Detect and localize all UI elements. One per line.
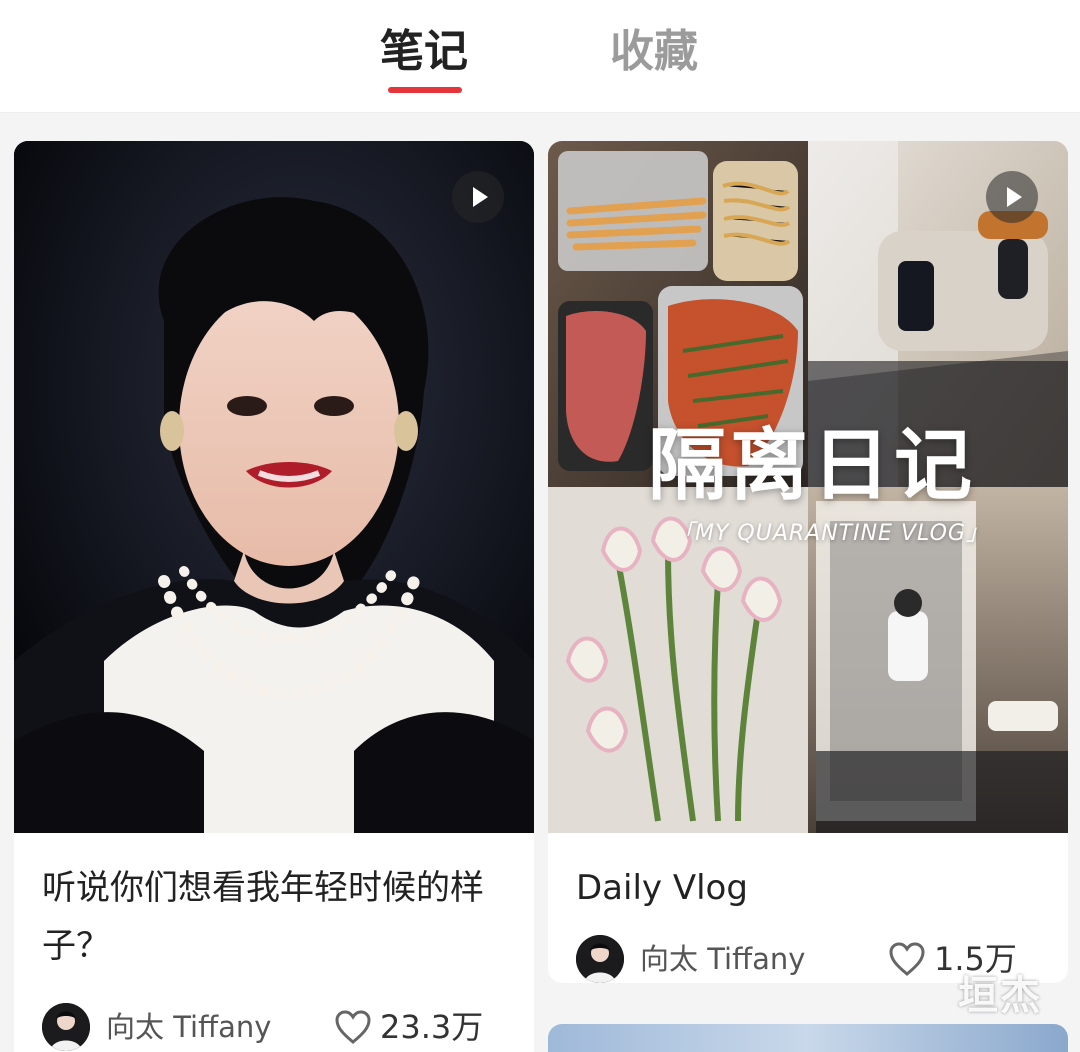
note-card-2[interactable]: 隔离日记 「MY QUARANTINE VLOG」 Daily Vlog 向太 … (548, 141, 1068, 983)
note-title[interactable]: 听说你们想看我年轻时候的样子？ (42, 859, 512, 975)
video-play-badge (986, 171, 1038, 223)
cover-overlay-subtitle: 「MY QUARANTINE VLOG」 (672, 521, 989, 546)
play-icon (1007, 187, 1022, 207)
watermark: 垣杰 (958, 973, 1042, 1019)
portrait-photo (14, 141, 534, 833)
note-cover-image[interactable] (14, 141, 534, 833)
profile-tab-bar: 笔记 收藏 (0, 0, 1080, 113)
peek-cover-image (548, 1024, 1068, 1052)
note-card-3-peek[interactable] (548, 1024, 1068, 1052)
note-cover-image[interactable]: 隔离日记 「MY QUARANTINE VLOG」 (548, 141, 1068, 833)
tab-collections[interactable]: 收藏 (610, 24, 698, 80)
video-play-badge (452, 171, 504, 223)
avatar-icon (576, 935, 624, 983)
note-meta-row: 向太 Tiffany 23.3万 (42, 1001, 510, 1052)
tab-notes[interactable]: 笔记 (380, 24, 468, 80)
cover-overlay-title: 隔离日记 (648, 421, 977, 511)
like-button[interactable]: 23.3万 (334, 1005, 504, 1049)
active-tab-indicator (388, 87, 462, 93)
author-avatar[interactable] (42, 1003, 90, 1051)
avatar-icon (42, 1003, 90, 1051)
author-name[interactable]: 向太 Tiffany (106, 1007, 271, 1047)
author-name[interactable]: 向太 Tiffany (640, 939, 805, 979)
like-count: 23.3万 (380, 1008, 484, 1046)
note-title[interactable]: Daily Vlog (576, 859, 1046, 917)
profile-feed-page: 笔记 收藏 听说你们想看我年轻时候的样子？ 向太 Tiffany 23.3万 隔… (0, 0, 1080, 1052)
author-avatar[interactable] (576, 935, 624, 983)
play-icon (473, 187, 488, 207)
note-card-1[interactable]: 听说你们想看我年轻时候的样子？ 向太 Tiffany 23.3万 (14, 141, 534, 1052)
heart-icon (889, 942, 925, 976)
heart-icon (335, 1010, 371, 1044)
